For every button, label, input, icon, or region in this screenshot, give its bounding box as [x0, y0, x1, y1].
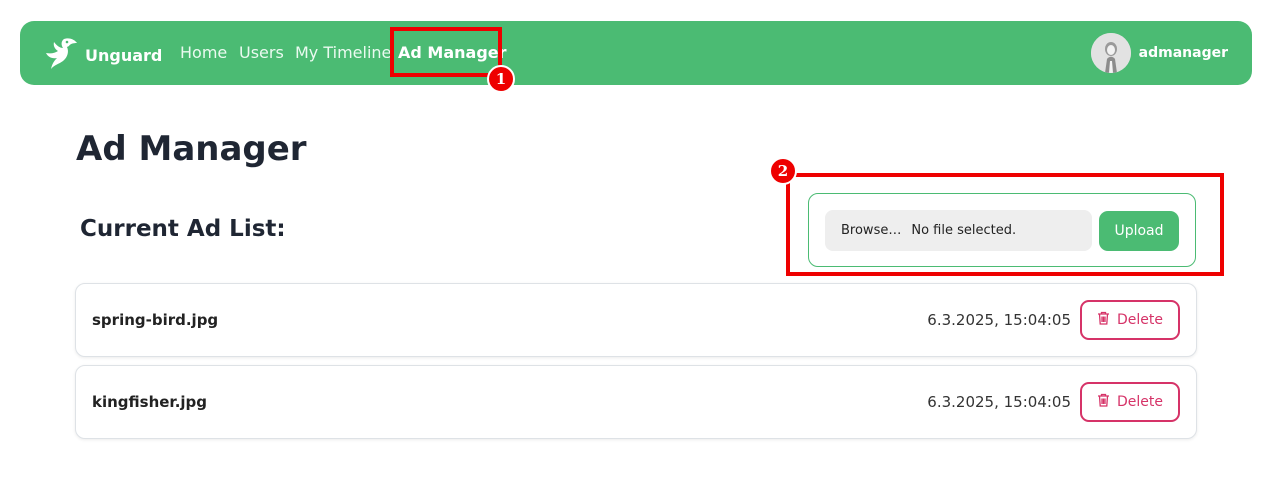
top-navbar: Unguard Home Users My Timeline Ad Manage… — [20, 21, 1252, 85]
brand-name: Unguard — [85, 45, 163, 65]
trash-icon — [1097, 311, 1117, 329]
ad-list: spring-bird.jpg 6.3.2025, 15:04:05 Delet… — [75, 283, 1197, 447]
ad-filename: kingfisher.jpg — [92, 393, 208, 411]
nav-link-home[interactable]: Home — [180, 43, 227, 62]
section-title: Current Ad List: — [80, 216, 286, 242]
ad-filename: spring-bird.jpg — [92, 311, 219, 329]
nav-link-my-timeline[interactable]: My Timeline — [295, 43, 391, 62]
marker-badge-1: 1 — [487, 65, 515, 93]
ad-timestamp: 6.3.2025, 15:04:05 — [927, 393, 1071, 411]
avatar — [1090, 33, 1131, 73]
highlight-box-2 — [786, 173, 1224, 276]
delete-button[interactable]: Delete — [1080, 300, 1180, 340]
highlight-box-1 — [390, 27, 502, 77]
trash-icon — [1097, 393, 1117, 411]
delete-label: Delete — [1117, 312, 1163, 328]
delete-label: Delete — [1117, 394, 1163, 410]
delete-button[interactable]: Delete — [1080, 382, 1180, 422]
list-item: kingfisher.jpg 6.3.2025, 15:04:05 Delete — [75, 365, 1197, 439]
ad-timestamp: 6.3.2025, 15:04:05 — [927, 311, 1071, 329]
page-title: Ad Manager — [76, 129, 307, 169]
list-item: spring-bird.jpg 6.3.2025, 15:04:05 Delet… — [75, 283, 1197, 357]
hummingbird-logo-icon — [44, 35, 78, 75]
brand[interactable]: Unguard — [44, 35, 162, 75]
marker-badge-2: 2 — [769, 157, 797, 185]
user-menu[interactable]: admanager — [1090, 33, 1228, 73]
user-name: admanager — [1138, 45, 1228, 61]
nav-link-users[interactable]: Users — [239, 43, 284, 62]
